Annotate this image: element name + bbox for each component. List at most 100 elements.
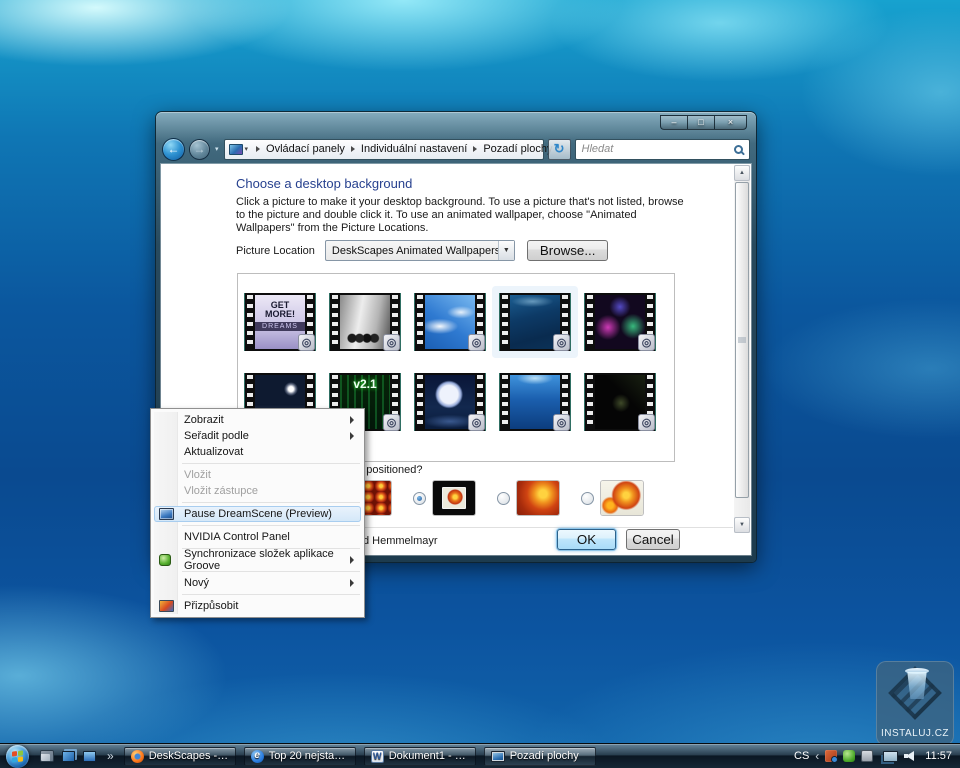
dreamscene-badge-icon: ◎ <box>638 334 655 351</box>
taskbar-button-deskscapes[interactable]: DeskScapes - Stahuj... <box>124 747 236 766</box>
quicklaunch-switch-windows[interactable] <box>60 749 76 763</box>
thumbnail-planet-ocean[interactable]: ◎ <box>414 373 486 431</box>
menu-separator <box>182 463 360 464</box>
filmstrip-holes-icon <box>587 375 593 429</box>
position-option-fit[interactable] <box>581 481 643 515</box>
personalize-icon <box>159 600 174 612</box>
display-icon <box>491 751 505 762</box>
position-preview <box>433 481 475 515</box>
flip3d-icon <box>62 751 75 762</box>
language-indicator[interactable]: CS <box>794 750 809 762</box>
forward-button[interactable]: → <box>189 139 210 160</box>
dreamscene-icon <box>159 508 174 520</box>
quicklaunch-window[interactable] <box>81 749 97 763</box>
menu-separator <box>182 525 360 526</box>
search-input[interactable]: Hledat <box>575 139 750 160</box>
submenu-arrow-icon <box>350 416 354 424</box>
taskbar-button-top20[interactable]: e Top 20 nejstahovan... <box>244 747 356 766</box>
picture-location-select[interactable]: DeskScapes Animated Wallpapers ▼ <box>325 240 515 261</box>
picture-location-label: Picture Location <box>236 245 315 257</box>
submenu-arrow-icon <box>350 579 354 587</box>
recycle-bin-icon[interactable] <box>902 664 932 702</box>
breadcrumb: ▾ Ovládací panely Individuální nastavení… <box>224 139 544 160</box>
close-button[interactable]: × <box>714 115 747 130</box>
tray-security-icon[interactable] <box>825 750 837 762</box>
start-button[interactable] <box>6 745 29 768</box>
menu-item-groove-sync[interactable]: Synchronizace složek aplikace Groove <box>154 552 361 568</box>
dreamscene-badge-icon: ◎ <box>383 334 400 351</box>
menu-separator <box>182 502 360 503</box>
windows-logo-icon <box>12 750 23 762</box>
dreamscene-badge-icon: ◎ <box>553 414 570 431</box>
thumbnail-get-more-dreams[interactable]: GET MORE! DREAMS ◎ <box>244 293 316 351</box>
page-description: Click a picture to make it your desktop … <box>236 196 694 235</box>
menu-item-nvidia-control-panel[interactable]: NVIDIA Control Panel <box>154 529 361 545</box>
thumbnail-underwater[interactable]: ◎ <box>499 373 571 431</box>
taskbar-clock[interactable]: 11:57 <box>923 750 954 762</box>
dreamscene-badge-icon: ◎ <box>468 334 485 351</box>
dreamscene-badge-icon: ◎ <box>383 414 400 431</box>
thumbnail-dark-water[interactable]: ◎ <box>499 293 571 351</box>
scrollbar-thumb[interactable] <box>735 182 749 498</box>
menu-item-vlozit[interactable]: Vložit <box>154 467 361 483</box>
vertical-scrollbar[interactable]: ▲ ▼ <box>734 165 750 533</box>
filmstrip-holes-icon <box>332 295 338 349</box>
radio-button-icon[interactable] <box>413 492 426 505</box>
menu-item-zobrazit[interactable]: Zobrazit <box>154 412 361 428</box>
page-title: Choose a desktop background <box>236 176 412 191</box>
search-icon[interactable] <box>734 145 743 154</box>
menu-item-aktualizovat[interactable]: Aktualizovat <box>154 444 361 460</box>
thumbnail-vista-dark[interactable]: ◎ <box>584 373 656 431</box>
cancel-button[interactable]: Cancel <box>626 529 680 550</box>
breadcrumb-item-individualni-nastaveni[interactable]: Individuální nastavení <box>345 143 467 155</box>
window-caption-buttons: – □ × <box>660 115 747 130</box>
nav-history-dropdown-icon[interactable]: ▾ <box>215 145 219 153</box>
thumbnail-plasma[interactable]: ◎ <box>584 293 656 351</box>
tray-expand-chevron[interactable]: ‹ <box>815 749 819 763</box>
taskbar-button-pozadi-plochy[interactable]: Pozadí plochy <box>484 747 596 766</box>
radio-button-icon[interactable] <box>497 492 510 505</box>
taskbar-buttons: DeskScapes - Stahuj... e Top 20 nejstaho… <box>124 747 596 766</box>
menu-item-prizpusobit[interactable]: Přizpůsobit <box>154 598 361 614</box>
quicklaunch-overflow-chevron[interactable]: » <box>107 749 114 763</box>
minimize-button[interactable]: – <box>660 115 687 130</box>
menu-item-seradit-podle[interactable]: Seřadit podle <box>154 428 361 444</box>
menu-item-vlozit-zastupce[interactable]: Vložit zástupce <box>154 483 361 499</box>
filmstrip-holes-icon <box>247 295 253 349</box>
quicklaunch-show-desktop[interactable] <box>39 749 55 763</box>
volume-icon[interactable] <box>904 751 917 761</box>
position-option-fill[interactable] <box>497 481 559 515</box>
ok-button[interactable]: OK <box>557 529 616 550</box>
dreamscene-badge-icon: ◎ <box>553 334 570 351</box>
taskbar-button-dokument1[interactable]: W Dokument1 - Micro... <box>364 747 476 766</box>
network-icon[interactable] <box>883 751 898 762</box>
radio-button-icon[interactable] <box>581 492 594 505</box>
dreamscene-badge-icon: ◎ <box>468 414 485 431</box>
dreamscene-badge-icon: ◎ <box>298 334 315 351</box>
address-bar: ← → ▾ ▾ Ovládací panely Individuální nas… <box>162 136 750 162</box>
scroll-down-icon[interactable]: ▼ <box>734 517 750 533</box>
maximize-button[interactable]: □ <box>687 115 714 130</box>
tray-app-icon[interactable] <box>861 750 873 762</box>
back-button[interactable]: ← <box>162 138 185 161</box>
menu-item-novy[interactable]: Nový <box>154 575 361 591</box>
breadcrumb-item-pozadi-plochy[interactable]: Pozadí plochy <box>467 143 552 155</box>
thumbnail-blue-sky[interactable]: ◎ <box>414 293 486 351</box>
position-option-center[interactable] <box>413 481 475 515</box>
breadcrumb-item-ovladaci-panely[interactable]: Ovládací panely <box>250 143 345 155</box>
thumbnail-newtons-cradle[interactable]: ◎ <box>329 293 401 351</box>
menu-item-pause-dreamscene[interactable]: Pause DreamScene (Preview) <box>154 506 361 522</box>
browse-button[interactable]: Browse... <box>527 240 609 261</box>
breadcrumb-separator-icon <box>351 146 355 152</box>
breadcrumb-dropdown-icon[interactable]: ▾ <box>243 145 251 153</box>
ie-icon: e <box>251 750 264 763</box>
submenu-arrow-icon <box>350 432 354 440</box>
picture-location-row: Picture Location DeskScapes Animated Wal… <box>236 240 608 261</box>
scroll-up-icon[interactable]: ▲ <box>734 165 750 181</box>
filmstrip-holes-icon <box>587 295 593 349</box>
personalization-icon <box>229 144 243 155</box>
word-icon: W <box>371 750 384 763</box>
tray-groove-icon[interactable] <box>843 750 855 762</box>
refresh-button[interactable]: ↻ <box>548 139 571 160</box>
desktop-context-menu: Zobrazit Seřadit podle Aktualizovat Vlož… <box>150 408 365 618</box>
